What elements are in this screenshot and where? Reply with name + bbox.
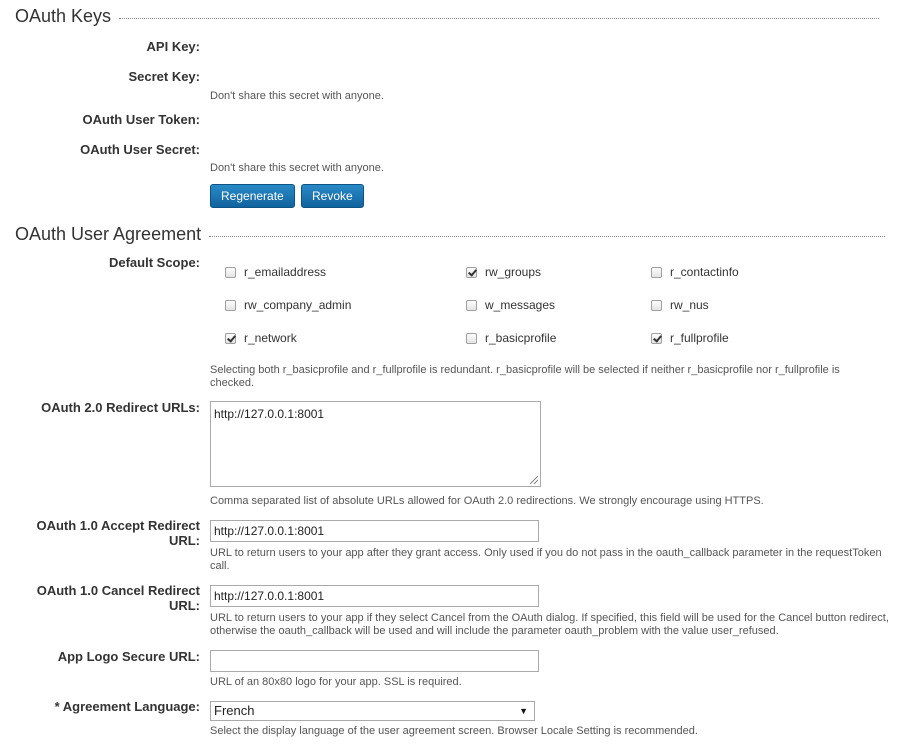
redirect-urls-value: http://127.0.0.1:8001 bbox=[214, 407, 325, 421]
scope-option[interactable]: r_network bbox=[225, 331, 297, 345]
section-divider bbox=[209, 236, 886, 237]
cancel-url-label: OAuth 1.0 Cancel Redirect URL: bbox=[36, 583, 200, 613]
scope-checkbox[interactable] bbox=[466, 299, 477, 311]
scope-checkbox[interactable] bbox=[651, 332, 662, 344]
scope-help: Selecting both r_basicprofile and r_full… bbox=[210, 364, 840, 389]
scope-option[interactable]: rw_company_admin bbox=[225, 298, 351, 312]
scope-option[interactable]: r_emailaddress bbox=[225, 265, 326, 279]
agreement-language-select[interactable]: French ▼ bbox=[210, 701, 535, 721]
user-token-label: OAuth User Token: bbox=[82, 112, 201, 127]
scope-checkbox[interactable] bbox=[225, 332, 236, 344]
agreement-language-label: * Agreement Language: bbox=[54, 699, 200, 714]
scope-checkbox[interactable] bbox=[651, 299, 662, 311]
scope-label: w_messages bbox=[485, 298, 556, 312]
scope-label: rw_groups bbox=[485, 265, 542, 279]
scope-option[interactable]: r_basicprofile bbox=[466, 331, 556, 345]
scope-checkbox[interactable] bbox=[466, 266, 477, 278]
scope-option[interactable]: r_contactinfo bbox=[651, 265, 739, 279]
section-oauth-user-agreement: OAuth User Agreement bbox=[15, 224, 886, 245]
accept-url-label: OAuth 1.0 Accept Redirect URL: bbox=[36, 518, 200, 548]
scope-option[interactable]: r_fullprofile bbox=[651, 331, 729, 345]
scope-checkbox[interactable] bbox=[225, 299, 236, 311]
cancel-url-help: URL to return users to your app if they … bbox=[210, 612, 889, 637]
accept-url-input[interactable]: http://127.0.0.1:8001 bbox=[210, 520, 539, 542]
scope-label: rw_company_admin bbox=[244, 298, 352, 312]
default-scope-label: Default Scope: bbox=[108, 255, 200, 270]
scope-option[interactable]: rw_groups bbox=[466, 265, 541, 279]
scope-label: r_network bbox=[244, 331, 297, 345]
accept-url-help: URL to return users to your app after th… bbox=[210, 547, 882, 572]
scope-label: r_emailaddress bbox=[244, 265, 327, 279]
agreement-language-help: Select the display language of the user … bbox=[210, 725, 698, 737]
scope-option[interactable]: w_messages bbox=[466, 298, 555, 312]
section-title-user-agreement: OAuth User Agreement bbox=[15, 224, 202, 244]
scope-label: r_contactinfo bbox=[670, 265, 739, 279]
logo-url-label: App Logo Secure URL: bbox=[57, 649, 200, 664]
scope-option[interactable]: rw_nus bbox=[651, 298, 709, 312]
scope-label: rw_nus bbox=[670, 298, 709, 312]
redirect-urls-help: Comma separated list of absolute URLs al… bbox=[210, 495, 764, 507]
secret-key-label: Secret Key: bbox=[128, 69, 200, 84]
logo-url-help: URL of an 80x80 logo for your app. SSL i… bbox=[210, 676, 462, 688]
scope-checkbox[interactable] bbox=[225, 266, 236, 278]
user-secret-help: Don't share this secret with anyone. bbox=[210, 162, 384, 174]
scope-label: r_basicprofile bbox=[485, 331, 557, 345]
api-key-label: API Key: bbox=[146, 39, 200, 54]
section-divider bbox=[119, 18, 880, 19]
agreement-language-value: French bbox=[214, 703, 255, 718]
cancel-url-input[interactable]: http://127.0.0.1:8001 bbox=[210, 585, 539, 607]
scope-label: r_fullprofile bbox=[670, 331, 729, 345]
secret-key-help: Don't share this secret with anyone. bbox=[210, 90, 384, 102]
regenerate-button[interactable]: Regenerate bbox=[210, 184, 295, 208]
dropdown-arrow-icon: ▼ bbox=[519, 706, 528, 716]
redirect-urls-textarea[interactable]: http://127.0.0.1:8001 bbox=[210, 401, 541, 487]
user-secret-label: OAuth User Secret: bbox=[80, 142, 200, 157]
revoke-button[interactable]: Revoke bbox=[301, 184, 364, 208]
section-title-oauth-keys: OAuth Keys bbox=[15, 6, 112, 26]
logo-url-input[interactable] bbox=[210, 650, 539, 672]
scope-checkbox[interactable] bbox=[466, 332, 477, 344]
resize-grip-icon[interactable] bbox=[530, 476, 538, 484]
redirect-urls-label: OAuth 2.0 Redirect URLs: bbox=[41, 400, 200, 415]
scope-checkbox[interactable] bbox=[651, 266, 662, 278]
section-oauth-keys: OAuth Keys bbox=[15, 6, 880, 27]
